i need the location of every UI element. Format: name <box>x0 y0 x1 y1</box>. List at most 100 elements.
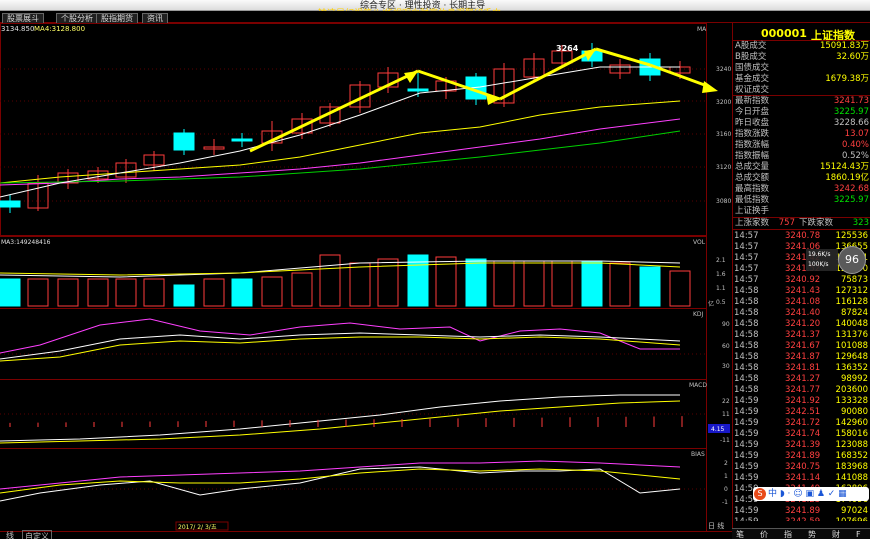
stat-label: 最高指数 <box>735 184 770 194</box>
tick-time: 14:59 <box>734 440 759 450</box>
stat-label: 最新指数 <box>735 96 770 106</box>
volume-bar <box>319 254 341 307</box>
tick-price: 3241.89 <box>785 506 821 516</box>
tick-time: 14:59 <box>734 418 759 428</box>
tick-price: 3241.43 <box>785 286 821 296</box>
tick-price: 3241.27 <box>785 374 821 384</box>
period-label: 日 线 <box>708 521 724 530</box>
ma-line <box>0 66 680 198</box>
btn-ticks[interactable]: 笔 <box>736 529 744 539</box>
tick-price: 3241.92 <box>785 396 821 406</box>
cursor-date: 2017/ 2/ 3/五 <box>178 524 217 531</box>
ma-value-2: MA4:3128.800 <box>34 25 85 33</box>
tick-volume: 141088 <box>835 473 868 483</box>
btn-f10[interactable]: F <box>856 529 861 539</box>
vol-unit: 亿 <box>708 300 714 308</box>
ime-tools-icon[interactable]: ◗ · ☺ ▣ ♟ ✓ ▦ <box>780 489 847 499</box>
volume-bar <box>173 284 195 307</box>
tick-volume: 129648 <box>835 352 868 362</box>
stat-label: 总成交量 <box>735 162 770 172</box>
btn-price[interactable]: 价 <box>760 529 768 539</box>
memory-percent-ball[interactable]: 96 <box>838 246 866 274</box>
tick-row: 14:59 3241.72 142960 <box>733 418 870 429</box>
tick-row: 14:57 3240.92 75873 <box>733 275 870 286</box>
tab-stock-analysis[interactable]: 个股分析 <box>56 13 98 23</box>
stat-label: 今日开盘 <box>735 107 770 117</box>
tick-time: 14:57 <box>734 275 759 285</box>
tick-time: 14:59 <box>734 462 759 472</box>
tick-list[interactable]: 14:573240.7812553614:573241.0613665514:5… <box>733 231 870 521</box>
chart-panel[interactable]: 3134.850 MA4:3128.800 MA 3264 3240 3200 … <box>0 23 732 531</box>
stat-value: 3242.68 <box>833 184 869 194</box>
stat-row: 昨日收盘 3228.66 <box>733 118 870 129</box>
tick-time: 14:58 <box>734 352 759 362</box>
ime-mode[interactable]: 中 <box>768 489 777 499</box>
stat-value: 3228.66 <box>833 118 869 128</box>
tick-volume: 131376 <box>835 330 868 340</box>
volume-bar <box>231 278 253 307</box>
stat-value: 32.60万 <box>836 52 869 62</box>
tick-volume: 123088 <box>835 440 868 450</box>
btn-trend[interactable]: 势 <box>808 529 816 539</box>
tick-time: 14:59 <box>734 473 759 483</box>
tick-volume: 133328 <box>835 396 868 406</box>
volume-bar <box>57 278 79 307</box>
tick-price: 3241.39 <box>785 440 821 450</box>
ma-value-1: 3134.850 <box>1 25 34 33</box>
tick-price: 3240.92 <box>785 275 821 285</box>
stat-value: 15124.43万 <box>819 162 869 172</box>
stat-label: 指数涨幅 <box>735 140 770 150</box>
tick-row: 14:59 3241.89 168352 <box>733 451 870 462</box>
tab-index-futures[interactable]: 股指期货 <box>96 13 138 23</box>
annotation-arrow <box>249 69 419 153</box>
tab-bar: 股票展斗 个股分析 股指期货 资讯 <box>0 12 870 23</box>
y-tick-bias: 2 <box>724 460 728 467</box>
status-left[interactable]: 线 <box>6 530 14 539</box>
stat-label: 基金成交 <box>735 74 770 84</box>
stat-value: 3225.97 <box>833 195 869 205</box>
macd-panel-label: MACD <box>689 382 707 389</box>
tab-market[interactable]: 股票展斗 <box>2 13 44 23</box>
tick-price: 3241.81 <box>785 363 821 373</box>
tick-row: 14:59 3241.14 141088 <box>733 473 870 484</box>
y-tick-price: 3240 <box>716 66 731 73</box>
stat-row: 最低指数 3225.97 <box>733 195 870 206</box>
tick-row: 14:59 3241.39 123088 <box>733 440 870 451</box>
stat-value: 3241.73 <box>833 96 869 106</box>
tick-volume: 101088 <box>835 341 868 351</box>
tick-volume: 158016 <box>835 429 868 439</box>
macd-value: 4.15 <box>711 426 725 433</box>
annotation-arrow <box>595 47 651 67</box>
stat-row: 上证换手 <box>733 206 870 217</box>
tick-row: 14:59 3240.75 183968 <box>733 462 870 473</box>
tick-time: 14:58 <box>734 385 759 395</box>
tick-time: 14:59 <box>734 451 759 461</box>
net-up-speed: 19.6K/s <box>808 251 831 258</box>
tick-row: 14:58 3241.08 116128 <box>733 297 870 308</box>
volume-bar <box>87 278 109 307</box>
volume-bar <box>581 260 603 307</box>
y-tick-macd: 11 <box>722 411 730 418</box>
window-titlebar: 综合专区 · 理性投资 · 长期主导 输这是幻视第八/华视明白财富休息观聚印手中 <box>0 0 870 11</box>
tick-time: 14:59 <box>734 396 759 406</box>
volume-bar <box>551 260 573 307</box>
tick-row: 14:59 3241.74 158016 <box>733 429 870 440</box>
ime-logo-icon: S <box>754 488 766 500</box>
tab-news[interactable]: 资讯 <box>142 13 168 23</box>
candle <box>173 132 195 151</box>
stat-value: 0.52% <box>841 151 869 161</box>
tab-custom[interactable]: 自定义 <box>22 530 52 539</box>
tick-time: 14:58 <box>734 319 759 329</box>
y-tick-kdj: 90 <box>722 321 730 328</box>
ime-toolbar[interactable]: S中 ◗ · ☺ ▣ ♟ ✓ ▦ <box>753 487 869 501</box>
y-tick-price: 3160 <box>716 131 731 138</box>
btn-index[interactable]: 指 <box>784 529 792 539</box>
tick-row: 14:59 3241.92 133328 <box>733 396 870 407</box>
kline-chart[interactable]: 3134.850 MA4:3128.800 MA 3264 3240 3200 … <box>0 23 732 531</box>
tick-price: 3241.14 <box>785 473 821 483</box>
stat-row: 基金成交 1679.38万 <box>733 74 870 85</box>
stat-row: 最新指数 3241.73 <box>733 96 870 107</box>
btn-finance[interactable]: 财 <box>832 529 840 539</box>
tick-time: 14:59 <box>734 517 759 521</box>
tick-time: 14:58 <box>734 330 759 340</box>
